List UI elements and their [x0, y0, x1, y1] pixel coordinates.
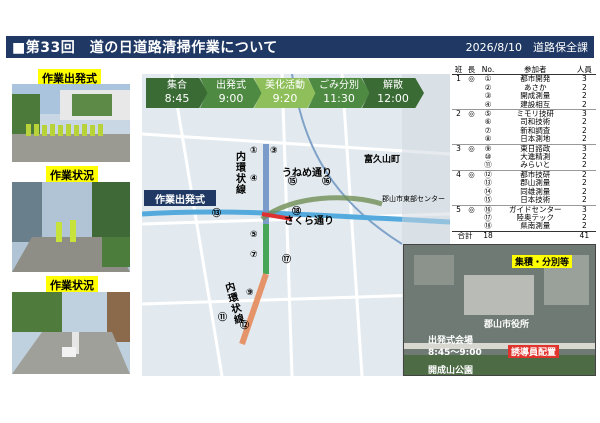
- schedule-step-time: 9:00: [218, 92, 244, 106]
- table-row: ⑧ 日本測地 2: [452, 135, 596, 144]
- schedule-step-label: 解散: [383, 80, 403, 92]
- schedule-step-dismiss: 解散 12:00: [362, 78, 424, 108]
- park-label: 開成山公園: [428, 366, 474, 376]
- cell-name: 日本測地: [520, 134, 551, 144]
- cell-leader: [465, 179, 478, 187]
- circle-num-13: ⑬: [212, 209, 222, 219]
- cell-count: 2: [581, 134, 587, 144]
- cell-group: [452, 92, 465, 100]
- cell-group: 4: [452, 169, 466, 180]
- circle-num-4: ④: [250, 174, 258, 184]
- start-time-label: 8:45～9:00: [428, 348, 482, 358]
- work-photo-2-art: [12, 292, 130, 374]
- cell-leader: ◎: [465, 143, 479, 154]
- cell-group: 5: [452, 204, 466, 214]
- table-row: ⑱ 県南測量 2: [452, 222, 596, 231]
- circle-num-16: ⑯: [322, 177, 332, 187]
- schedule-step-cleanup: 美化活動 9:20: [254, 78, 316, 108]
- circle-num-12: ⑫: [240, 321, 250, 331]
- cell-count: 2: [581, 195, 587, 205]
- cell-group: 3: [452, 143, 466, 154]
- cell-group: [452, 153, 465, 161]
- schedule-step-time: 12:00: [377, 92, 409, 106]
- cell-group: [452, 84, 465, 92]
- cell-group: 1: [456, 74, 461, 84]
- cell-no: ⑮: [484, 195, 492, 205]
- schedule-step-time: 11:30: [323, 92, 355, 106]
- circle-num-18: ⑱: [292, 207, 302, 217]
- circle-num-17: ⑰: [282, 255, 292, 265]
- page-title: ■第33回 道の日道路清掃作業について: [12, 40, 278, 56]
- cell-group: [452, 196, 465, 205]
- cell-group: [452, 214, 465, 222]
- cell-group: [452, 135, 465, 144]
- cell-leader: [465, 84, 478, 92]
- cell-group: [452, 222, 465, 231]
- table-row: ⑮ 日本技術 2: [452, 195, 596, 205]
- gather-tag: 集積・分別等: [512, 255, 573, 268]
- cell-count: 2: [581, 221, 587, 231]
- schedule-step-label: 集合: [167, 80, 187, 92]
- cell-leader: [465, 188, 478, 196]
- cell-leader: ◎: [465, 109, 479, 119]
- total-spacer: [497, 230, 573, 241]
- cell-leader: [465, 127, 478, 135]
- aerial-inset: 集積・分別等 郡山市役所 出発式会場 8:45～9:00 誘導員配置 開成山公園: [403, 244, 596, 376]
- schedule-step-sorting: ごみ分別 11:30: [308, 78, 370, 108]
- total-no: 18: [478, 230, 498, 241]
- roster-total-row: 合計 18 41: [452, 230, 596, 241]
- cell-group: 2: [452, 109, 466, 119]
- cell-leader: ◎: [468, 74, 475, 84]
- schedule-step-time: 8:45: [164, 92, 190, 106]
- cell-leader: [465, 92, 478, 100]
- city-hall-label: 郡山市役所: [484, 320, 530, 330]
- cell-leader: [465, 118, 478, 126]
- schedule-step-label: 出発式: [216, 80, 246, 92]
- circle-num-7: ⑦: [250, 250, 258, 260]
- guide-tag: 誘導員配置: [508, 345, 560, 358]
- roster-table: 班 長 No. 参加者 人員 1 ◎ ① 都市開発 3 ② あさか 2 ③ 開成測量 2 ④ 建設…: [452, 65, 596, 241]
- cell-no: ⑱: [484, 221, 492, 231]
- cell-group: [452, 118, 465, 126]
- total-count: 41: [572, 230, 596, 241]
- circle-num-9: ⑨: [246, 288, 254, 298]
- place-label-fukuyama: 富久山町: [364, 155, 401, 165]
- schedule-step-label: ごみ分別: [319, 80, 359, 92]
- cell-name: 日本技術: [520, 195, 551, 205]
- total-label: 合計: [452, 230, 479, 241]
- circle-num-11: ⑪: [218, 313, 228, 323]
- cell-name: 県南測量: [520, 221, 551, 231]
- start-ceremony-tag: 作業出発式: [144, 190, 216, 206]
- work-photo-1-art: [12, 182, 130, 272]
- circle-num-5: ⑤: [250, 230, 258, 240]
- schedule-step-ceremony: 出発式 9:00: [200, 78, 262, 108]
- cell-leader: [465, 135, 478, 144]
- circle-num-15: ⑮: [288, 177, 298, 187]
- ceremony-photo: [12, 84, 130, 162]
- circle-num-3: ③: [270, 146, 278, 156]
- schedule-step-gather: 集合 8:45: [146, 78, 208, 108]
- cell-leader: ◎: [465, 204, 479, 214]
- cell-group: [452, 179, 465, 187]
- work-photo-1: [12, 182, 130, 272]
- ceremony-photo-art: [12, 84, 130, 162]
- title-bar: ■第33回 道の日道路清掃作業について 2026/8/10 道路保全課: [6, 36, 594, 58]
- cell-no: ⑧: [484, 134, 492, 144]
- place-label-east-center: 郡山市東部センター: [382, 195, 445, 203]
- cell-leader: ◎: [465, 169, 479, 180]
- cell-leader: [465, 196, 478, 205]
- schedule-flow: 集合 8:45 出発式 9:00 美化活動 9:20 ごみ分別 11:30 解散…: [146, 78, 424, 108]
- circle-num-1: ①: [250, 146, 258, 156]
- date-section: 2026/8/10 道路保全課: [465, 41, 588, 54]
- road-label-inner-ring: 内環状線: [236, 152, 246, 196]
- cell-group: [452, 188, 465, 196]
- cell-leader: [465, 214, 478, 222]
- cell-group: [452, 127, 465, 135]
- schedule-step-time: 9:20: [272, 92, 298, 106]
- work-photo-2: [12, 292, 130, 374]
- schedule-step-label: 美化活動: [265, 80, 305, 92]
- cell-leader: [465, 222, 478, 231]
- cell-leader: [465, 153, 478, 161]
